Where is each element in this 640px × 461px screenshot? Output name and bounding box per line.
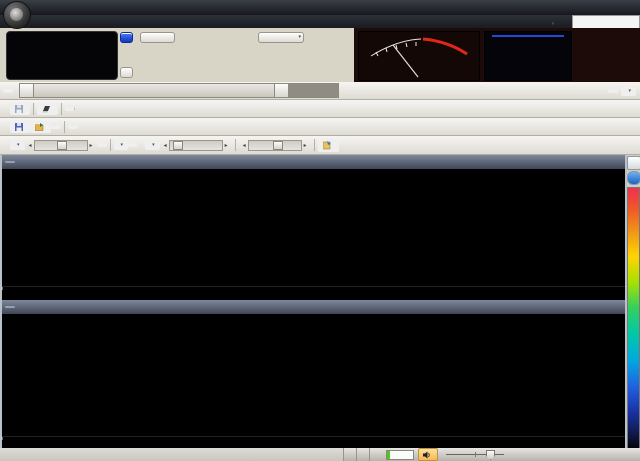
waterfall-options-button[interactable] [318, 139, 339, 152]
scroll-left-icon[interactable] [20, 84, 34, 97]
scope-toolbar: ▾ ◂▸ ▾ ▾ ◂▸ ◂▸ [0, 136, 640, 155]
help-button[interactable] [627, 171, 640, 185]
waterfall-display-wide[interactable] [2, 324, 625, 436]
qmb-memory-button[interactable] [65, 107, 75, 111]
band-keypad [140, 32, 251, 43]
mode-button[interactable]: ▾ [258, 32, 304, 43]
app-logo-button[interactable] [3, 1, 31, 29]
panel1-span-chip[interactable] [5, 161, 15, 163]
quick-access-toolbar [34, 2, 48, 14]
filter-save-button[interactable] [10, 121, 30, 133]
filter-cw-button[interactable] [51, 125, 61, 129]
clock-panel [484, 31, 572, 81]
organise-icon [35, 123, 44, 131]
toolbar-button[interactable] [3, 89, 13, 93]
scope-low-slider[interactable]: ◂▸ [27, 140, 95, 151]
scope-low-dropdown[interactable]: ▾ [10, 140, 25, 150]
freq-tick [2, 437, 3, 440]
frequency-display[interactable] [6, 31, 118, 80]
waterfall-resolution-slider[interactable]: ◂▸ [162, 140, 230, 151]
clock-divider [492, 35, 564, 37]
main-toolbar: ▾ [0, 82, 640, 100]
contrast-slider[interactable]: ◂▸ [241, 140, 309, 151]
waterfall-legend-sidebar [627, 155, 640, 448]
memory-button[interactable] [120, 67, 133, 78]
panel2-header[interactable] [2, 300, 625, 314]
eraser-icon [42, 105, 51, 113]
qmb-erase-button[interactable] [37, 103, 58, 115]
save-icon [15, 123, 23, 131]
filter-toolbar [0, 118, 640, 136]
panel1-frequency-scale [2, 286, 625, 300]
title-bar [0, 0, 640, 15]
sdr-radio-window: ▾ ▾ [0, 0, 640, 461]
toolbar-dropdown[interactable]: ▾ [621, 86, 636, 96]
status-hint [0, 448, 344, 461]
menu-bar: ▾ [0, 15, 640, 28]
panel2-span-chip[interactable] [5, 306, 15, 308]
panel1-freq-range [2, 169, 625, 179]
dsp-toggle[interactable] [608, 89, 618, 93]
af-gain-thumb[interactable] [486, 450, 495, 460]
collapse-panel-button[interactable] [627, 156, 640, 170]
waterfall-panel-wide [0, 300, 627, 449]
waterfall-resolution-dropdown[interactable]: ▾ [145, 140, 160, 150]
save-icon [15, 105, 23, 113]
cpu-progress-bar [386, 450, 414, 460]
waterfall-colour-legend[interactable] [627, 187, 640, 451]
vfo-a-button[interactable] [120, 32, 133, 43]
speakers-selector[interactable] [418, 448, 438, 461]
panel1-header[interactable] [2, 155, 625, 169]
s-meter [358, 31, 480, 81]
scroll-right-icon[interactable] [274, 84, 288, 97]
scrollbar-thumb[interactable] [34, 84, 274, 97]
filter-width-button[interactable] [68, 125, 78, 129]
panel2-freq-range [2, 314, 625, 324]
scrollbar-track[interactable] [288, 84, 338, 97]
cpu-status [370, 448, 382, 461]
band-button[interactable] [140, 32, 175, 43]
scope-auto-button[interactable] [128, 143, 138, 147]
frequency-scrollbar[interactable] [19, 83, 339, 98]
freq-tick [2, 287, 3, 290]
waterfall-status [344, 448, 357, 461]
scope-high-dropdown[interactable]: ▾ [114, 140, 129, 150]
filter-organise-button[interactable] [30, 121, 51, 133]
control-panel: ▾ [0, 28, 640, 83]
scope-level-button[interactable] [97, 143, 107, 147]
speaker-icon [423, 451, 431, 459]
mode-selector: ▾ [258, 32, 353, 43]
palette-icon [323, 141, 332, 150]
status-bar [0, 448, 640, 461]
qmb-save-button[interactable] [10, 103, 30, 115]
waterfall-panel-vfo [0, 155, 627, 300]
options-menu[interactable]: ▾ [551, 17, 554, 27]
waterfall-display-vfo[interactable] [2, 179, 625, 286]
memory-status [357, 448, 370, 461]
qmb-toolbar [0, 100, 640, 118]
quickbar-icon[interactable] [34, 2, 48, 14]
af-gain-slider[interactable] [446, 450, 504, 459]
